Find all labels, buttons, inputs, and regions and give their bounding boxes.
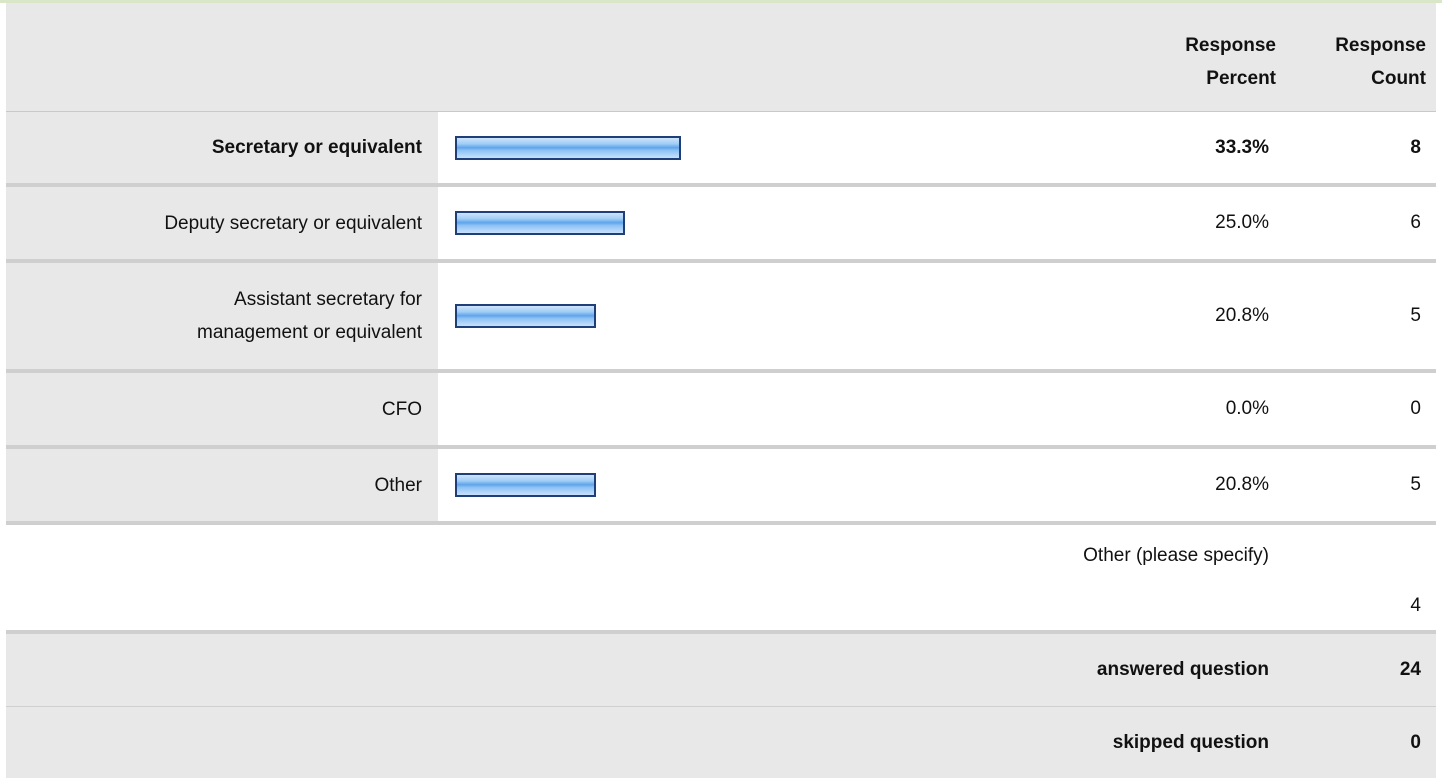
bar-cell <box>455 187 1155 259</box>
table-row-other: Other 20.8% 5 <box>6 449 1436 521</box>
row-label-cell: CFO <box>6 373 438 445</box>
other-specify-label: Other (please specify) <box>1083 545 1269 566</box>
row-label: Assistant secretary for management or eq… <box>197 283 438 349</box>
bar-cell <box>455 373 1155 445</box>
answered-question-row: answered question 24 <box>6 634 1436 706</box>
table-row-assistant-secretary: Assistant secretary for management or eq… <box>6 263 1436 369</box>
response-bar <box>455 304 596 328</box>
response-percent: 0.0% <box>1225 398 1269 419</box>
row-label-cell: Deputy secretary or equivalent <box>6 187 438 259</box>
response-percent-header-line1: Response <box>1185 35 1276 56</box>
response-count: 5 <box>1410 474 1421 495</box>
response-bar <box>455 473 596 497</box>
survey-results-table: Response Percent Response Count Secretar… <box>0 0 1442 778</box>
response-percent: 20.8% <box>1215 474 1269 495</box>
response-percent-header: Response Percent <box>1136 29 1276 95</box>
row-label: Deputy secretary or equivalent <box>164 212 422 234</box>
response-count-header-line2: Count <box>1371 68 1426 89</box>
response-percent: 33.3% <box>1215 136 1269 158</box>
bar-cell <box>455 112 1155 183</box>
skipped-question-count: 0 <box>1410 731 1421 753</box>
other-specify-count: 4 <box>1410 595 1421 616</box>
skipped-question-label: skipped question <box>1112 731 1269 753</box>
answered-question-label: answered question <box>1096 659 1269 680</box>
row-label-line1: Assistant secretary for <box>234 289 422 310</box>
response-percent: 25.0% <box>1215 212 1269 233</box>
row-label-line2: management or equivalent <box>197 322 422 343</box>
response-bar <box>455 211 625 235</box>
row-divider <box>6 521 1436 525</box>
bar-cell <box>455 263 1155 369</box>
answered-question-count: 24 <box>1399 659 1421 680</box>
response-count: 6 <box>1410 212 1421 233</box>
response-count: 8 <box>1410 136 1421 158</box>
row-label: CFO <box>381 398 422 420</box>
response-count: 0 <box>1410 398 1421 419</box>
row-label-cell: Other <box>6 449 438 521</box>
row-label: Secretary or equivalent <box>211 137 422 158</box>
table-header: Response Percent Response Count <box>6 3 1436 112</box>
row-label-cell: Assistant secretary for management or eq… <box>6 263 438 369</box>
row-label: Other <box>374 474 422 496</box>
row-label-cell: Secretary or equivalent <box>6 112 438 183</box>
response-percent: 20.8% <box>1215 305 1269 326</box>
response-percent-header-line2: Percent <box>1206 68 1276 89</box>
table-row-deputy-secretary: Deputy secretary or equivalent 25.0% 6 <box>6 187 1436 259</box>
table-row-secretary: Secretary or equivalent 33.3% 8 <box>6 112 1436 183</box>
response-count-header-line1: Response <box>1335 35 1426 56</box>
bar-cell <box>455 449 1155 521</box>
response-count-header: Response Count <box>1296 29 1426 95</box>
response-count: 5 <box>1410 305 1421 326</box>
table-row-cfo: CFO 0.0% 0 <box>6 373 1436 445</box>
response-bar <box>455 135 681 160</box>
skipped-question-row: skipped question 0 <box>6 707 1436 778</box>
